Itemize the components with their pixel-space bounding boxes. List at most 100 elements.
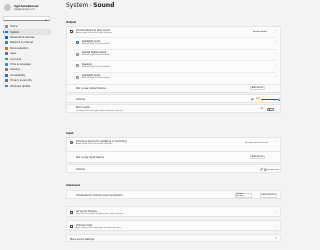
nav-icon (5, 30, 8, 34)
sidebar-item-label: Network & internet (10, 41, 34, 45)
input-volume-label: Volume (76, 168, 85, 172)
nav-icon (5, 36, 8, 39)
output-volume-fill (261, 99, 279, 100)
all-sound-devices-card[interactable]: All sound devices Turn devices on/off, t… (66, 206, 281, 217)
volume-icon[interactable]: 🔊 (251, 98, 254, 101)
mixer-icon (70, 225, 73, 228)
output-devices-button[interactable]: Output devices (235, 193, 252, 198)
add-output-device-button[interactable]: Add device (250, 86, 265, 91)
troubleshoot-title: Troubleshoot common sound problems (76, 194, 123, 198)
chevron-right-icon: › (275, 51, 277, 55)
page-title: System›Sound (66, 2, 114, 9)
external-link-icon: ↗ (275, 237, 278, 240)
input-volume-card: Volume 🎤 (66, 164, 281, 173)
avatar[interactable] (4, 4, 11, 11)
output-volume-label: Volume (76, 98, 85, 102)
sidebar-item-label: Home (10, 25, 18, 29)
output-device-row[interactable]: Speakers Realtek High Definition Audio › (73, 60, 276, 69)
nav-icon (5, 84, 8, 88)
sidebar: Agil Ashokkumar agil@example.com ⚲ Home S… (0, 0, 54, 250)
output-volume-value: 100 (256, 98, 260, 101)
microphone-icon (70, 141, 73, 144)
sidebar-item-network-internet[interactable]: Network & internet (3, 40, 51, 45)
choose-output-card: Choose where to play sound Apps might ha… (66, 26, 282, 93)
sidebar-item-label: Gaming (10, 68, 20, 72)
output-device-row[interactable]: Realtek(R) Audio Realtek High Definition … (73, 37, 276, 46)
volume-mixer-subtitle: App volume mix, app input & output devic… (76, 226, 121, 229)
choose-input-value[interactable]: No input devices found (245, 142, 268, 144)
output-device-row[interactable]: Realtek Digital Output Realtek High Defin… (73, 48, 277, 58)
input-volume-track[interactable] (265, 169, 279, 170)
device-subtitle: Realtek High Definition Audio (82, 42, 110, 45)
input-header: Input (66, 132, 74, 135)
device-subtitle: Realtek High Definition Audio (82, 54, 110, 57)
sidebar-item-windows-update[interactable]: Windows Update (3, 83, 51, 88)
output-device-row[interactable]: Realtek(R) Audio Realtek High Definition … (73, 71, 277, 81)
output-volume-thumb[interactable] (277, 98, 281, 102)
sidebar-item-label: Apps (10, 52, 17, 56)
device-radio[interactable] (76, 64, 79, 67)
nav-icon (5, 25, 8, 29)
mono-audio-toggle[interactable] (267, 107, 274, 112)
mono-audio-card: Mono audio Combine left and right audio … (66, 104, 281, 113)
microphone-icon[interactable]: 🎤 (260, 168, 263, 171)
nav-icon (5, 57, 8, 61)
choose-output-value[interactable]: Realtek Audio (253, 31, 267, 33)
breadcrumb-current: Sound (93, 1, 115, 9)
output-volume-card: Volume 🔊 100 (66, 94, 281, 103)
pair-output-label: Pair a new output device (76, 87, 106, 90)
nav-icon (5, 46, 8, 50)
sidebar-item-label: Windows Update (10, 84, 31, 88)
breadcrumb-separator: › (89, 1, 92, 9)
sidebar-item-gaming[interactable]: Gaming (3, 67, 51, 72)
pair-input-label: Pair a new input device (76, 156, 104, 159)
nav-icon (5, 52, 8, 56)
troubleshoot-card: Troubleshoot common sound problems Outpu… (66, 190, 281, 199)
chevron-right-icon: › (276, 210, 278, 214)
sidebar-item-label: Accounts (10, 57, 22, 61)
more-sound-settings-card[interactable]: More sound settings ↗ (66, 234, 281, 242)
choose-input-card: Choose a device for speaking or recordin… (66, 137, 282, 163)
nav-icon (5, 41, 8, 45)
volume-mixer-card[interactable]: Volume mixer App volume mix, app input &… (66, 220, 281, 231)
nav-icon (5, 79, 8, 83)
nav-icon (5, 73, 8, 77)
sidebar-item-label: System (10, 30, 20, 34)
chevron-right-icon: › (275, 74, 277, 78)
chevron-up-icon[interactable]: ⌃ (275, 30, 277, 33)
chevron-up-icon[interactable]: ⌃ (275, 141, 277, 144)
nav-icon (5, 68, 8, 72)
sidebar-item-label: Personalization (10, 46, 29, 50)
more-sound-settings-label: More sound settings (70, 237, 95, 241)
sidebar-item-label: Privacy & security (10, 79, 32, 83)
nav-icon (5, 63, 8, 66)
chevron-right-icon: › (276, 224, 278, 228)
search-icon: ⚲ (44, 17, 47, 22)
mono-audio-state: Off (260, 108, 263, 111)
choose-input-subtitle: Apps might have their own settings (76, 143, 112, 146)
advanced-header: Advanced (66, 184, 80, 187)
device-radio[interactable] (76, 52, 79, 56)
sidebar-item-accounts[interactable]: Accounts (3, 56, 51, 61)
choose-output-subtitle: Apps might have their own settings (76, 32, 112, 35)
input-volume-thumb[interactable] (263, 168, 267, 172)
device-radio[interactable] (76, 41, 79, 44)
chevron-right-icon: › (275, 63, 277, 67)
sidebar-item-label: Time & language (10, 62, 31, 66)
all-sound-devices-subtitle: Turn devices on/off, troubleshoot, other… (76, 212, 124, 215)
mono-audio-subtitle: Combine left and right audio channels in… (76, 109, 124, 112)
devices-icon (70, 211, 73, 214)
breadcrumb-parent[interactable]: System (66, 2, 88, 9)
user-email: agil@example.com (14, 8, 35, 11)
sidebar-item-system[interactable]: System (3, 29, 51, 35)
device-subtitle: Realtek High Definition Audio (82, 77, 110, 80)
sidebar-item-label: Accessibility (10, 73, 26, 77)
device-subtitle: Realtek High Definition Audio (82, 65, 110, 68)
search-input[interactable]: ⚲ (3, 16, 50, 22)
input-devices-button[interactable]: Input devices (260, 193, 277, 198)
device-radio[interactable] (76, 75, 79, 79)
add-input-device-button[interactable]: Add device (250, 155, 265, 160)
sidebar-item-label: Bluetooth & devices (10, 35, 35, 39)
chevron-right-icon: › (275, 40, 277, 44)
speaker-icon (70, 30, 73, 33)
